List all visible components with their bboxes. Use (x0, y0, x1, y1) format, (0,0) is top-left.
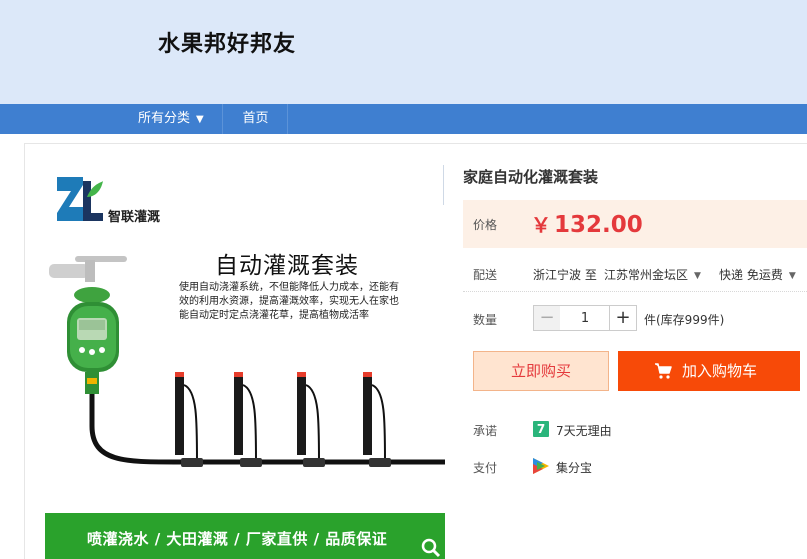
promise-label: 承诺 (473, 424, 498, 438)
brand-logo-icon (57, 177, 103, 221)
seven-day-icon: 7 (533, 421, 549, 437)
chevron-down-icon: ▼ (788, 271, 796, 281)
payment-label: 支付 (473, 461, 498, 475)
ship-method-text: 快递 免运费 (719, 268, 783, 282)
ship-method-dropdown[interactable]: 快递 免运费 ▼ (719, 266, 796, 283)
price-value: ￥ 132.00 (531, 209, 643, 238)
brand-name: 智联灌溉 (108, 210, 161, 225)
price-label: 价格 (473, 218, 498, 232)
shipping-label: 配送 (473, 268, 498, 282)
ship-from: 浙江宁波 至 (533, 268, 597, 282)
chevron-down-icon: ▼ (694, 271, 701, 281)
add-to-cart-label: 加入购物车 (682, 362, 758, 380)
quantity-decrease-button[interactable]: − (533, 305, 561, 331)
divider (443, 165, 444, 205)
ship-to-text: 江苏常州金坛区 (604, 268, 689, 282)
stock-text: 件(库存999件) (644, 313, 725, 327)
cart-icon (655, 363, 672, 379)
product-name: 家庭自动化灌溉套装 (463, 168, 599, 186)
add-to-cart-button[interactable]: 加入购物车 (618, 351, 800, 391)
irrigation-kit-illustration (49, 256, 445, 467)
payment-text[interactable]: 集分宝 (556, 459, 592, 476)
buy-now-button[interactable]: 立即购买 (473, 351, 609, 391)
promise-text[interactable]: 7天无理由 (556, 422, 612, 439)
banner-text: 喷灌浇水 / 大田灌溉 / 厂家直供 / 品质保证 (87, 530, 388, 548)
dropdown-triangle-icon: ▼ (196, 114, 204, 125)
ship-to-dropdown[interactable]: 江苏常州金坛区 ▼ (604, 266, 701, 283)
product-main-image[interactable]: 智联灌溉 自动灌溉套装 使用自动浇灌系统，不但能降低人力成本，还能有 效的利用水… (45, 160, 445, 559)
site-header: 水果邦好邦友 (0, 0, 807, 104)
nav-all-categories[interactable]: 所有分类 ▼ (120, 104, 223, 134)
nav-home[interactable]: 首页 (224, 104, 288, 134)
nav-all-categories-label: 所有分类 (138, 111, 191, 126)
quantity-increase-button[interactable]: + (609, 305, 637, 331)
payment-icon (533, 458, 549, 474)
zoom-icon[interactable] (421, 538, 441, 558)
price-amount: 132.00 (554, 212, 643, 238)
image-banner: 喷灌浇水 / 大田灌溉 / 厂家直供 / 品质保证 (45, 513, 445, 559)
quantity-label: 数量 (473, 313, 498, 327)
price-box: 价格 ￥ 132.00 (463, 200, 807, 248)
currency-symbol: ￥ (531, 213, 551, 237)
divider (463, 291, 807, 292)
main-navbar: 所有分类 ▼ 首页 (0, 104, 807, 134)
quantity-input[interactable] (560, 305, 610, 331)
shop-title: 水果邦好邦友 (158, 32, 297, 57)
